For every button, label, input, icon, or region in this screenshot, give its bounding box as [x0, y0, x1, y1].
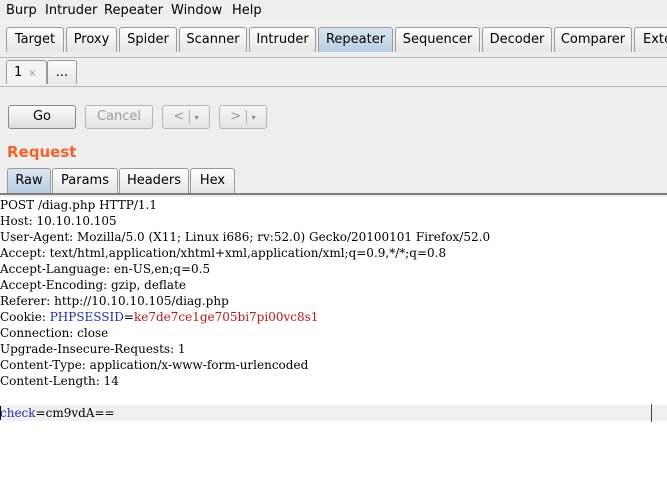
tab-headers[interactable]: Headers: [119, 168, 189, 193]
menu-help[interactable]: Help: [232, 3, 262, 18]
tab-params[interactable]: Params: [52, 168, 118, 193]
menu-intruder[interactable]: Intruder: [45, 3, 97, 18]
close-icon[interactable]: ×: [28, 68, 36, 79]
header-referer: Referer: http://10.10.10.105/diag.php: [0, 294, 229, 308]
header-user-agent: User-Agent: Mozilla/5.0 (X11; Linux i686…: [0, 230, 491, 244]
header-accept-language: Accept-Language: en-US,en;q=0.5: [0, 262, 211, 276]
tab-target[interactable]: Target: [6, 27, 64, 52]
request-title: Request: [7, 143, 77, 161]
separator: |: [187, 109, 192, 124]
repeater-toolbar: Go Cancel < | ▾ > | ▾ Request Raw Params Hea…: [0, 87, 667, 202]
menu-repeater[interactable]: Repeater: [104, 3, 163, 18]
tab-intruder[interactable]: Intruder: [249, 27, 316, 52]
editor-margin-marker: [651, 404, 652, 422]
menu-bar: Burp Intruder Repeater Window Help: [0, 0, 667, 22]
editor-border: [0, 193, 667, 195]
cookie-eq: =: [123, 310, 134, 324]
tab-sequencer[interactable]: Sequencer: [395, 27, 480, 52]
text-caret: [0, 406, 1, 420]
dropdown-arrow-icon: ▾: [194, 113, 199, 122]
cookie-name: PHPSESSID: [49, 310, 124, 324]
menu-burp[interactable]: Burp: [6, 3, 37, 18]
tab-repeater[interactable]: Repeater: [318, 27, 393, 52]
header-accept: Accept: text/html,application/xhtml+xml,…: [0, 246, 447, 260]
request-line: POST /diag.php HTTP/1.1: [0, 198, 157, 212]
cookie-value: ke7de7ce1ge705bi7pi00vc8s1: [133, 310, 319, 324]
chevron-left-icon: <: [173, 109, 185, 124]
header-host: Host: 10.10.10.105: [0, 214, 117, 228]
chevron-right-icon: >: [230, 109, 242, 124]
forward-button[interactable]: > | ▾: [219, 105, 267, 129]
new-repeater-tab[interactable]: ...: [47, 60, 77, 84]
cancel-button[interactable]: Cancel: [85, 105, 153, 129]
tab-hex[interactable]: Hex: [190, 168, 235, 193]
menu-window[interactable]: Window: [171, 3, 222, 18]
tab-spider[interactable]: Spider: [119, 27, 177, 52]
separator: |: [244, 109, 249, 124]
tab-decoder[interactable]: Decoder: [482, 27, 552, 52]
body-param-value: cm9vdA==: [45, 406, 115, 420]
back-button[interactable]: < | ▾: [162, 105, 210, 129]
go-button[interactable]: Go: [8, 105, 76, 129]
header-content-length: Content-Length: 14: [0, 374, 119, 388]
tab-proxy[interactable]: Proxy: [66, 27, 117, 52]
tab-extender[interactable]: Exte: [634, 27, 667, 52]
repeater-tab-1-label: 1: [14, 65, 23, 80]
body-eq: =: [35, 406, 46, 420]
tab-raw[interactable]: Raw: [7, 168, 51, 193]
dropdown-arrow-icon: ▾: [251, 113, 256, 122]
header-cookie: Cookie: PHPSESSID=ke7de7ce1ge705bi7pi00v…: [0, 309, 318, 325]
raw-request-editor[interactable]: POST /diag.php HTTP/1.1 Host: 10.10.10.1…: [0, 197, 667, 483]
tool-tab-strip: Target Proxy Spider Scanner Intruder Rep…: [0, 23, 667, 58]
repeater-tab-1[interactable]: 1 ×: [6, 60, 47, 84]
header-content-type: Content-Type: application/x-www-form-url…: [0, 358, 309, 372]
tab-comparer[interactable]: Comparer: [554, 27, 632, 52]
body-param-name: check: [0, 406, 36, 420]
repeater-tab-strip: 1 × ...: [0, 58, 667, 87]
header-accept-encoding: Accept-Encoding: gzip, deflate: [0, 278, 187, 292]
header-upgrade-insecure: Upgrade-Insecure-Requests: 1: [0, 342, 186, 356]
request-body: check=cm9vdA==: [0, 405, 115, 421]
tab-scanner[interactable]: Scanner: [179, 27, 247, 52]
cookie-prefix: Cookie:: [0, 310, 50, 324]
header-connection: Connection: close: [0, 326, 109, 340]
